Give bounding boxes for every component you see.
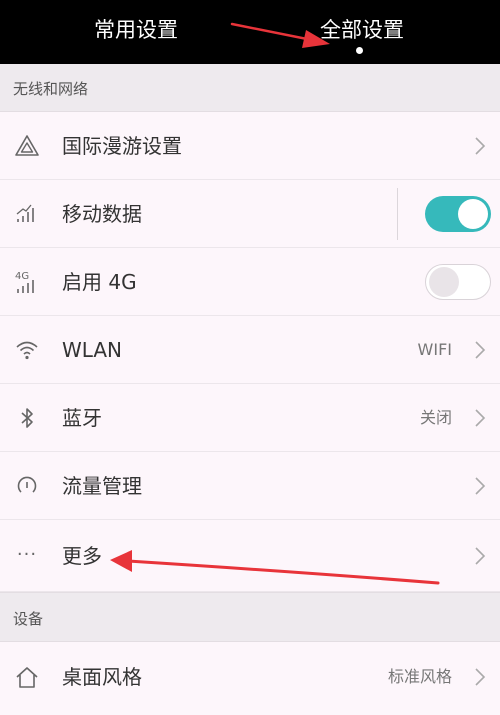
wifi-icon [14, 338, 40, 362]
row-wlan[interactable]: WLAN WIFI [0, 316, 500, 384]
more-dots-icon: ··· [16, 543, 38, 565]
4g-signal-icon: 4G [14, 270, 40, 294]
divider [397, 188, 398, 240]
row-more[interactable]: ··· 更多 [0, 520, 500, 592]
data-usage-icon [14, 474, 40, 498]
triangle-icon [14, 134, 40, 158]
row-label: 流量管理 [62, 474, 142, 498]
row-bluetooth[interactable]: 蓝牙 关闭 [0, 384, 500, 452]
4g-icon-text: 4G [15, 271, 29, 282]
tab-all-settings[interactable]: 全部设置 [320, 14, 404, 46]
row-label: 桌面风格 [62, 665, 142, 689]
toggle-knob [458, 199, 488, 229]
row-enable-4g[interactable]: 4G 启用 4G [0, 248, 500, 316]
toggle-knob [429, 267, 459, 297]
top-tab-bar: 常用设置 全部设置 [0, 0, 500, 64]
row-international-roaming[interactable]: 国际漫游设置 [0, 112, 500, 180]
row-label: 国际漫游设置 [62, 134, 182, 158]
active-tab-indicator [356, 47, 363, 54]
section-header-wireless: 无线和网络 [0, 64, 500, 112]
section-header-device: 设备 [0, 592, 500, 642]
row-mobile-data[interactable]: 移动数据 [0, 180, 500, 248]
chevron-right-icon [475, 547, 486, 565]
row-label: WLAN [62, 338, 123, 362]
tab-common-settings[interactable]: 常用设置 [94, 14, 178, 46]
mobile-data-toggle[interactable] [425, 196, 491, 232]
chevron-right-icon [475, 137, 486, 155]
wlan-status-value: WIFI [417, 340, 452, 359]
chevron-right-icon [475, 409, 486, 427]
bluetooth-icon [14, 406, 40, 430]
chevron-right-icon [475, 477, 486, 495]
row-data-usage[interactable]: 流量管理 [0, 452, 500, 520]
row-label: 启用 4G [62, 270, 137, 294]
row-label: 移动数据 [62, 202, 142, 226]
chevron-right-icon [475, 341, 486, 359]
desktop-style-value: 标准风格 [387, 667, 452, 686]
enable-4g-toggle[interactable] [425, 264, 491, 300]
chevron-right-icon [475, 668, 486, 686]
row-label: 更多 [62, 544, 102, 568]
bluetooth-status-value: 关闭 [419, 408, 452, 427]
home-icon [14, 666, 40, 690]
row-label: 蓝牙 [62, 406, 102, 430]
signal-icon [14, 202, 40, 226]
row-desktop-style[interactable]: 桌面风格 标准风格 [0, 642, 500, 715]
